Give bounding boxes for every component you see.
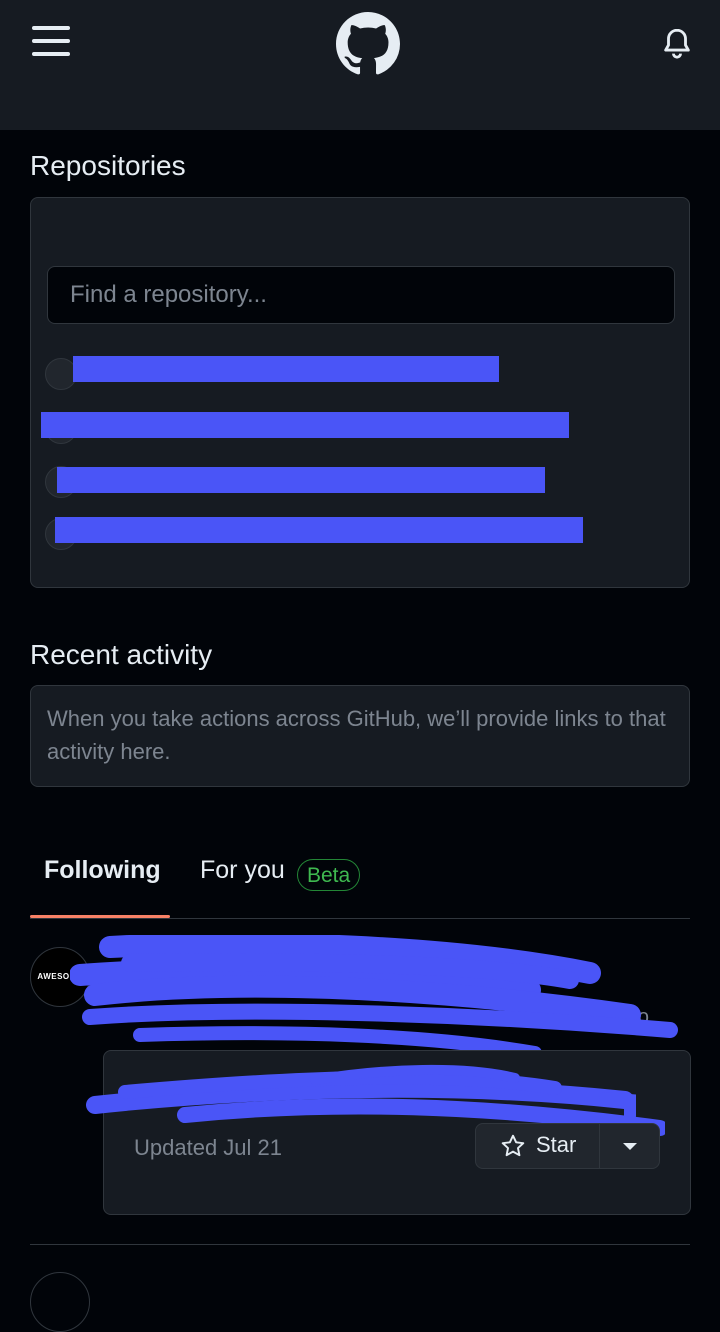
repo-list-item[interactable]: [31, 516, 691, 556]
repositories-card: [30, 197, 690, 588]
star-icon: [501, 1134, 525, 1157]
redacted-repo-name: [55, 517, 583, 543]
star-button-group: Star: [475, 1123, 660, 1169]
caret-down-icon: [623, 1143, 637, 1150]
tab-for-you[interactable]: For you: [200, 856, 285, 885]
recent-activity-empty-text: When you take actions across GitHub, we’…: [47, 706, 666, 764]
redacted-repo-name: [41, 412, 569, 438]
recent-activity-card: When you take actions across GitHub, we’…: [30, 685, 690, 787]
repo-list-item[interactable]: [31, 356, 691, 396]
github-logo-icon[interactable]: [336, 12, 400, 76]
beta-badge: Beta: [297, 859, 361, 891]
tab-following[interactable]: Following: [44, 856, 161, 885]
star-button[interactable]: Star: [476, 1124, 599, 1168]
hamburger-menu-icon[interactable]: [30, 24, 74, 58]
repo-list-item[interactable]: [31, 464, 691, 504]
star-list-dropdown-button[interactable]: [600, 1124, 660, 1168]
repositories-title: Repositories: [30, 150, 186, 181]
next-feed-item-avatar[interactable]: [30, 1272, 90, 1332]
feed-divider: [30, 1244, 690, 1245]
repo-updated-date: Updated Jul 21: [134, 1135, 282, 1160]
top-header: [0, 0, 720, 130]
star-label: Star: [536, 1132, 577, 1157]
redacted-repo-name: [57, 467, 545, 493]
recent-activity-title: Recent activity: [30, 639, 213, 670]
redacted-repo-name: [73, 356, 499, 382]
bell-icon[interactable]: [660, 24, 694, 62]
tabs-divider: [30, 918, 690, 919]
find-repository-input[interactable]: [47, 266, 675, 324]
repo-list-item[interactable]: [31, 410, 691, 450]
redaction-scribble: [70, 935, 678, 1060]
